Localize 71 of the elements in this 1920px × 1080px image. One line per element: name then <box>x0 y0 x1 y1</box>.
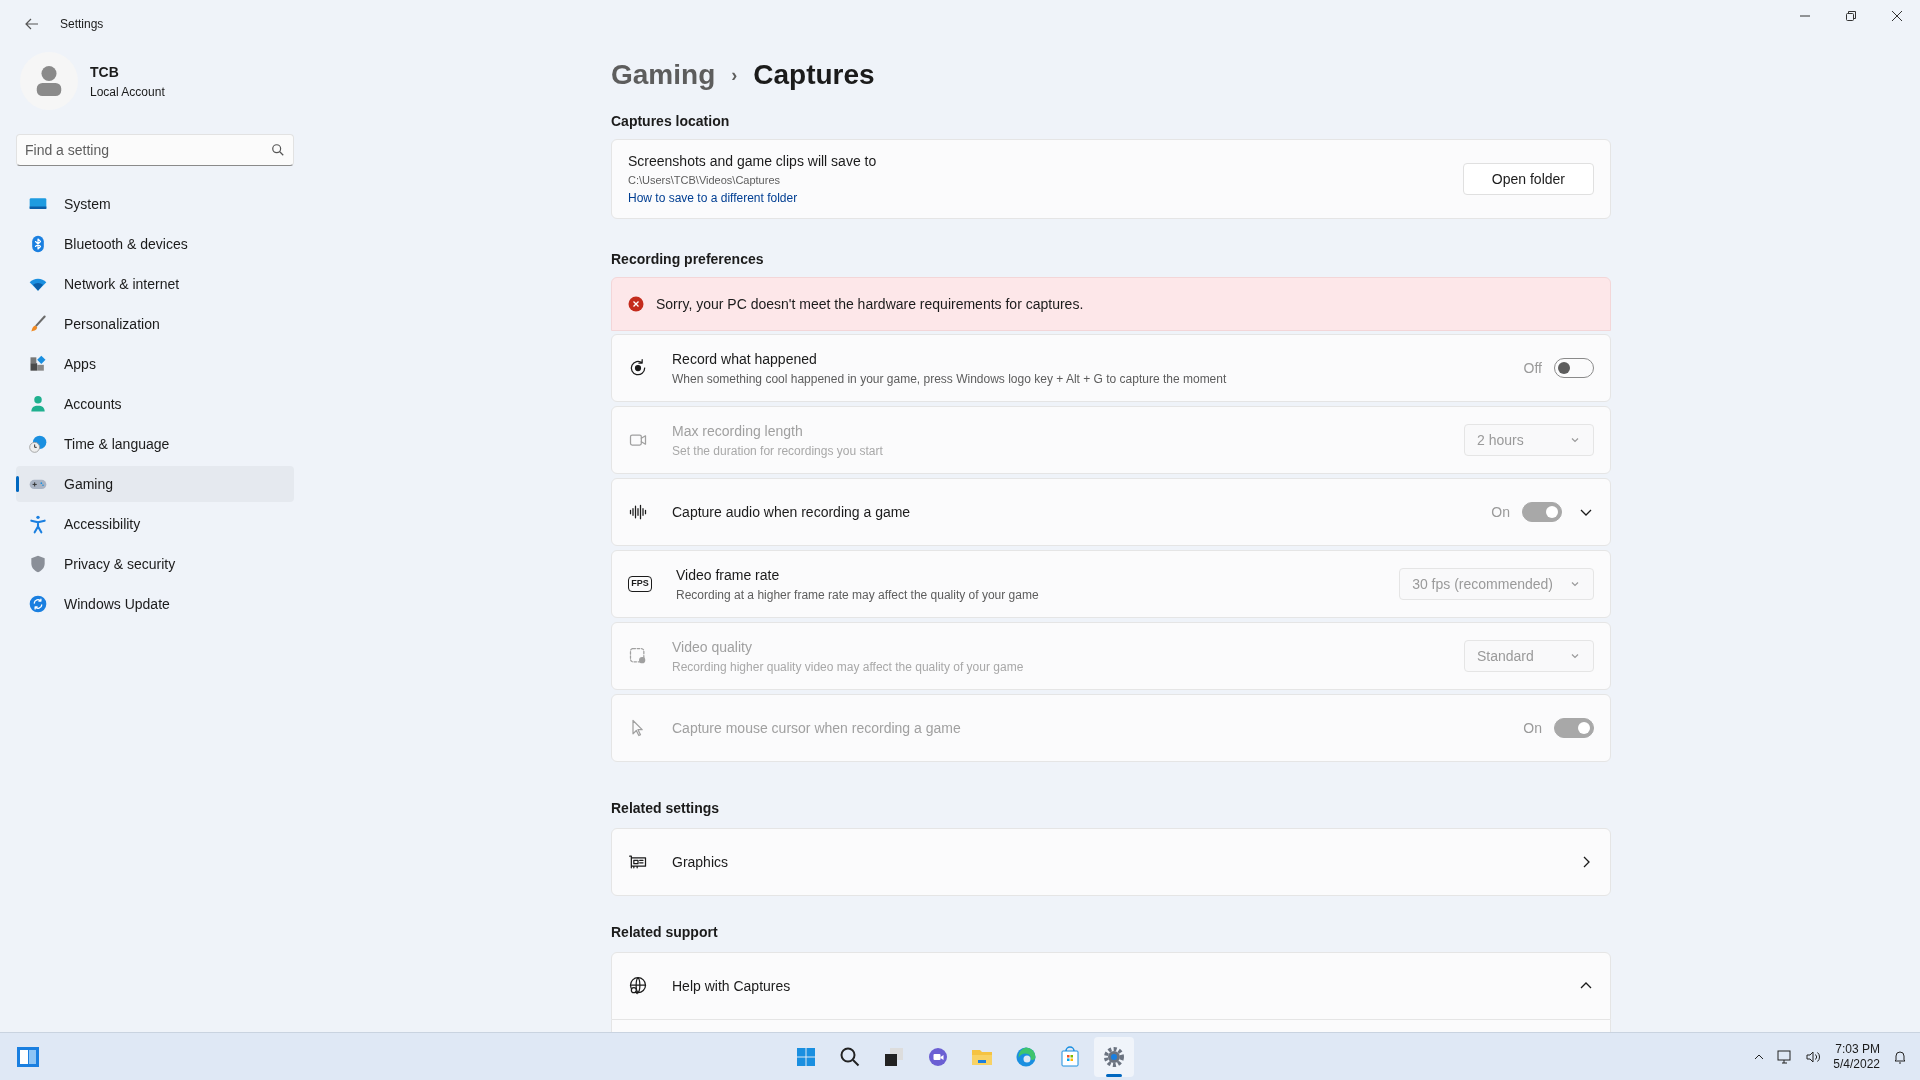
sidebar-item[interactable]: Gaming <box>16 466 294 502</box>
window-title: Settings <box>60 16 104 33</box>
account-name: TCB <box>90 62 120 82</box>
search-icon <box>271 143 285 157</box>
search-field[interactable]: Find a setting <box>25 139 271 161</box>
section-heading: Recording preferences <box>611 250 765 269</box>
section-heading: Related settings <box>611 799 721 818</box>
settings-link-row[interactable]: Graphics <box>611 828 1611 896</box>
back-arrow-icon[interactable] <box>24 16 40 32</box>
setting-title: Capture mouse cursor when recording a game <box>672 718 962 738</box>
notification-icon[interactable] <box>1892 1048 1908 1065</box>
sidebar-item[interactable]: Accessibility <box>16 506 294 542</box>
gear-icon <box>1102 1044 1126 1069</box>
active-app-indicator <box>1106 1073 1122 1077</box>
expander-row[interactable]: Help with Captures <box>611 952 1611 1020</box>
setting-description: Recording at a higher frame rate may affect the quality of your game <box>676 586 1040 604</box>
clock-time[interactable]: 7:03 PM <box>1835 1041 1880 1057</box>
sidebar-item[interactable]: Apps <box>16 346 294 382</box>
open-folder-button[interactable]: Open folder <box>1462 163 1594 195</box>
setting-description: Recording higher quality video may affect the quality of your game <box>672 658 1025 676</box>
shield-icon <box>28 554 48 574</box>
accessibility-icon <box>28 514 48 534</box>
breadcrumb-separator: › <box>731 63 738 87</box>
search-box[interactable]: Find a setting <box>16 134 294 166</box>
account-type: Local Account <box>90 83 165 101</box>
update-icon <box>28 594 48 614</box>
error-icon <box>628 296 644 312</box>
sidebar-item[interactable]: System <box>16 186 294 222</box>
setting-title: Capture audio when recording a game <box>672 502 912 522</box>
setting-title: Video frame rate <box>676 565 781 585</box>
sidebar-item[interactable]: Network & internet <box>16 266 294 302</box>
clock-date[interactable]: 5/4/2022 <box>1833 1056 1880 1072</box>
record-icon <box>628 358 648 378</box>
folder-path: C:\Users\TCB\Videos\Captures <box>628 173 782 189</box>
apps-icon <box>28 354 48 374</box>
toggle-state-label: On <box>1523 718 1542 738</box>
section-heading: Related support <box>611 923 719 942</box>
sidebar-item[interactable]: Accounts <box>16 386 294 422</box>
person-icon <box>28 394 48 414</box>
sidebar-item[interactable]: Privacy & security <box>16 546 294 582</box>
setting-title: Record what happened <box>672 349 818 369</box>
globe-search-icon <box>628 976 648 996</box>
setting-title: Screenshots and game clips will save to <box>628 152 877 172</box>
setting-title: Max recording length <box>672 421 804 441</box>
monitor-icon[interactable] <box>1777 1048 1794 1065</box>
section-heading: Captures location <box>611 112 731 131</box>
setting-title: Help with Captures <box>672 976 792 996</box>
breadcrumb-link[interactable]: Gaming <box>611 54 716 96</box>
sidebar-item[interactable]: Personalization <box>16 306 294 342</box>
widgets-icon[interactable] <box>16 1044 40 1069</box>
sidebar-item[interactable]: Time & language <box>16 426 294 462</box>
store-icon <box>1058 1044 1082 1069</box>
error-message: Sorry, your PC doesn't meet the hardware requirements for captures. <box>656 294 1084 314</box>
restore-icon <box>1846 11 1856 21</box>
setting-title: Video quality <box>672 637 753 657</box>
globe-clock-icon <box>28 434 48 454</box>
setting-description: When something cool happened in your game, press Windows logo key + Alt + G to capture the moment <box>672 370 1228 388</box>
help-link[interactable]: How to save to a different folder <box>628 188 877 207</box>
fps-icon: FPS <box>628 576 652 592</box>
setting-title: Graphics <box>672 852 730 872</box>
selection-indicator <box>16 476 19 492</box>
toggle-state-label: Off <box>1523 358 1542 378</box>
person-silhouette-icon <box>35 65 63 97</box>
video-settings-icon <box>628 646 648 666</box>
sidebar-item[interactable]: Windows Update <box>16 586 294 622</box>
sound-wave-icon <box>628 502 648 522</box>
setting-description: Set the duration for recordings you start <box>672 442 884 460</box>
toggle-state-label: On <box>1491 502 1510 522</box>
close-icon <box>1892 11 1902 21</box>
sidebar-item[interactable]: Bluetooth & devices <box>16 226 294 262</box>
page-title: Captures <box>753 58 875 92</box>
